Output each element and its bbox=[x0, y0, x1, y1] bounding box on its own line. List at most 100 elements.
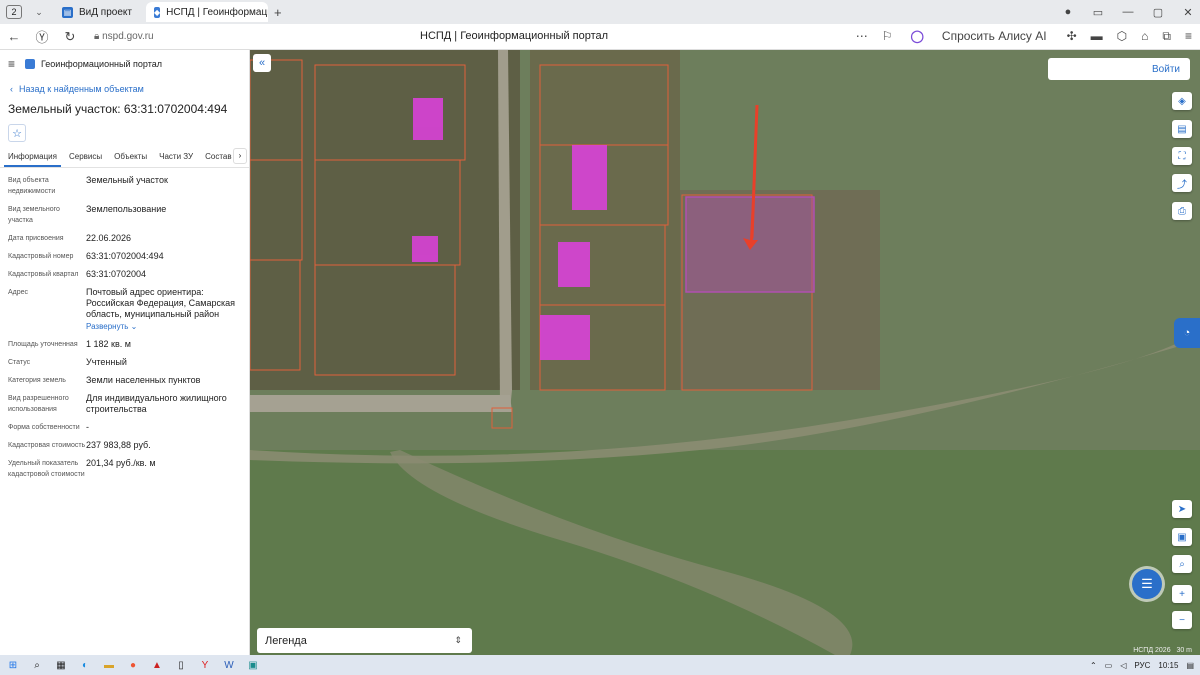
locate-icon[interactable]: ➤ bbox=[1172, 500, 1192, 518]
hat-icon[interactable]: ▬ bbox=[1091, 29, 1103, 43]
yandex-icon[interactable]: Ⓨ bbox=[28, 27, 56, 46]
clock[interactable]: 10:15 bbox=[1158, 661, 1178, 670]
updown-icon: ⇕ bbox=[454, 635, 462, 645]
profile-avatar-icon[interactable]: ● bbox=[1056, 6, 1080, 18]
pdf-icon[interactable]: ▲ bbox=[146, 657, 168, 673]
property-row: Кадастровый номер 63:31:0702004:494 bbox=[8, 251, 164, 261]
back-arrow-icon[interactable]: ← bbox=[0, 29, 28, 44]
document-icon: ▤ bbox=[62, 6, 73, 18]
chevron-down-icon: ⌄ bbox=[130, 322, 138, 331]
more-icon[interactable]: ⋯ bbox=[856, 29, 868, 43]
yandex-icon[interactable]: Y bbox=[194, 657, 216, 673]
assistant-icon[interactable]: ◔ bbox=[1174, 318, 1200, 348]
select-area-icon[interactable]: ⛶ bbox=[1172, 147, 1192, 165]
browser-toolbar: ⋯ ⚐ ◯ Спросить Алису AI ✣ ▬ ⬡ ⌂ ⧉ ≡ bbox=[842, 27, 1192, 45]
system-tray: ⌃ ▭ ◁ РУС 10:15 ▤ bbox=[1082, 655, 1194, 675]
edge-icon[interactable]: ◐ bbox=[74, 657, 96, 673]
lock-icon: 🔒︎ bbox=[94, 31, 103, 42]
alisa-icon: ◯ bbox=[910, 29, 924, 43]
yandex-browser-icon[interactable]: ● bbox=[122, 657, 144, 673]
map-view[interactable]: « Войти ◈ ▤ ⛶ ⤴ ⎙ ◔ ➤ ▣ ⌕ ☰ + − Легенда … bbox=[250, 50, 1200, 655]
login-button[interactable]: Войти bbox=[1048, 58, 1190, 80]
menu-icon[interactable]: ≡ bbox=[1185, 29, 1192, 43]
favorite-star-button[interactable]: ☆ bbox=[8, 124, 26, 142]
url-field[interactable]: 🔒︎ nspd.gov.ru bbox=[94, 31, 154, 42]
minimize-icon[interactable]: — bbox=[1116, 6, 1140, 18]
collapse-panel-button[interactable]: « bbox=[253, 54, 271, 72]
translate-icon[interactable]: ⧉ bbox=[1162, 29, 1171, 44]
search-location-icon[interactable]: ⌕ bbox=[1172, 555, 1192, 573]
property-row: Адрес Почтовый адрес ориентира: Российска… bbox=[0, 287, 249, 332]
bookmark-add-icon[interactable]: ⚐ bbox=[882, 29, 893, 43]
page-title: НСПД | Геоинформационный портал bbox=[420, 30, 609, 42]
tab-objects[interactable]: Объекты bbox=[110, 150, 151, 167]
language-indicator[interactable]: РУС bbox=[1134, 661, 1150, 670]
property-row: Вид объекта недвижимости Земельный участо… bbox=[8, 175, 168, 195]
bookmark-icon[interactable]: ▭ bbox=[1086, 6, 1110, 19]
scale-label: 30 m bbox=[1176, 647, 1192, 654]
property-row: Категория земель Земли населенных пунктов bbox=[8, 375, 201, 385]
panel-header: ≡ Геоинформационный портал bbox=[0, 50, 249, 78]
chat-icon[interactable]: ☰ bbox=[1132, 569, 1162, 599]
portal-logo-icon bbox=[25, 59, 36, 69]
search-icon[interactable]: ⌕ bbox=[26, 657, 48, 673]
address-bar: ← Ⓨ ↻ 🔒︎ nspd.gov.ru НСПД | Геоинформаци… bbox=[0, 24, 1200, 50]
property-row: Вид разрешенного использования Для индиви… bbox=[8, 393, 227, 414]
satellite-map[interactable] bbox=[250, 50, 1200, 655]
task-view-icon[interactable]: ▦ bbox=[50, 657, 72, 673]
chevron-up-icon[interactable]: ⌃ bbox=[1090, 661, 1097, 670]
print-icon[interactable]: ⎙ bbox=[1172, 202, 1192, 220]
property-row: Удельный показатель кадастровой стоимост… bbox=[8, 458, 156, 478]
browser-tab-nspd[interactable]: ◆ НСПД | Геоинформаци × bbox=[145, 2, 268, 22]
share-icon[interactable]: ⤴ bbox=[1172, 174, 1192, 192]
address-value: Почтовый адрес ориентира: Российская Фед… bbox=[86, 287, 235, 319]
windows-start-icon[interactable]: ⊞ bbox=[2, 657, 24, 673]
restore-icon[interactable]: ▢ bbox=[1146, 6, 1170, 19]
property-row: Кадастровая стоимость 237 983,88 руб. bbox=[8, 440, 151, 450]
reload-icon[interactable]: ↻ bbox=[56, 29, 84, 45]
layers-icon[interactable]: ◈ bbox=[1172, 92, 1192, 110]
ask-alisa-button[interactable]: ◯ Спросить Алису AI bbox=[904, 27, 1052, 45]
extension-icon[interactable]: ✣ bbox=[1067, 29, 1077, 43]
zoom-out-button[interactable]: − bbox=[1172, 611, 1192, 629]
new-tab-button[interactable]: + bbox=[274, 5, 282, 20]
tab-label: ВиД проект bbox=[79, 6, 132, 18]
word-icon[interactable]: W bbox=[218, 657, 240, 673]
puzzle-icon[interactable]: ⬡ bbox=[1117, 29, 1127, 43]
chevron-down-icon[interactable]: ⌄ bbox=[30, 7, 48, 18]
tab-label: НСПД | Геоинформаци bbox=[166, 6, 268, 18]
object-info-panel: ≡ Геоинформационный портал ‹ Назад к най… bbox=[0, 50, 250, 655]
basemap-icon[interactable]: ▤ bbox=[1172, 120, 1192, 138]
window-controls: ● ▭ — ▢ ✕ bbox=[1050, 0, 1200, 24]
legend-dropdown[interactable]: Легенда ⇕ bbox=[257, 628, 472, 653]
remote-desktop-icon[interactable]: ▣ bbox=[242, 657, 264, 673]
property-row: Форма собственности - bbox=[8, 422, 89, 432]
tab-services[interactable]: Сервисы bbox=[65, 150, 106, 167]
network-icon[interactable]: ▭ bbox=[1105, 661, 1113, 670]
property-row: Дата присвоения 22.06.2026 bbox=[8, 233, 132, 243]
object-title: Земельный участок: 63:31:0702004:494 bbox=[8, 102, 228, 116]
property-row: Кадастровый квартал 63:31:0702004 bbox=[8, 269, 147, 279]
tab-information[interactable]: Информация bbox=[4, 150, 61, 167]
volume-icon[interactable]: ◁ bbox=[1120, 661, 1126, 670]
windows-taskbar: ⊞ ⌕ ▦ ◐ ▬ ● ▲ ▯ Y W ▣ ⌃ ▭ ◁ РУС 10:15 ▤ bbox=[0, 655, 1200, 675]
hamburger-menu-icon[interactable]: ≡ bbox=[8, 57, 15, 71]
tab-count-badge[interactable]: 2 bbox=[6, 5, 22, 19]
back-to-results-link[interactable]: ‹ Назад к найденным объектам bbox=[10, 84, 249, 94]
folder-icon[interactable]: ▬ bbox=[98, 657, 120, 673]
tabs-scroll-right-button[interactable]: › bbox=[233, 148, 247, 164]
expand-link[interactable]: Развернуть ⌄ bbox=[86, 321, 244, 332]
portal-name: Геоинформационный портал bbox=[41, 59, 162, 69]
notepad-icon[interactable]: ▯ bbox=[170, 657, 192, 673]
property-row: Площадь уточненная 1 182 кв. м bbox=[8, 339, 131, 349]
close-window-icon[interactable]: ✕ bbox=[1176, 6, 1200, 19]
tab-parts[interactable]: Части ЗУ bbox=[155, 150, 197, 167]
notifications-icon[interactable]: ▤ bbox=[1186, 661, 1194, 670]
nspd-favicon-icon: ◆ bbox=[153, 6, 161, 18]
screen-icon[interactable]: ▣ bbox=[1172, 528, 1192, 546]
shirt-icon[interactable]: ⌂ bbox=[1141, 29, 1148, 43]
browser-tab-vid-proekt[interactable]: ▤ ВиД проект bbox=[54, 2, 140, 22]
map-attribution: НСПД 2026 30 m bbox=[1133, 647, 1192, 654]
tab-composition[interactable]: Состав bbox=[201, 150, 236, 167]
zoom-in-button[interactable]: + bbox=[1172, 585, 1192, 603]
